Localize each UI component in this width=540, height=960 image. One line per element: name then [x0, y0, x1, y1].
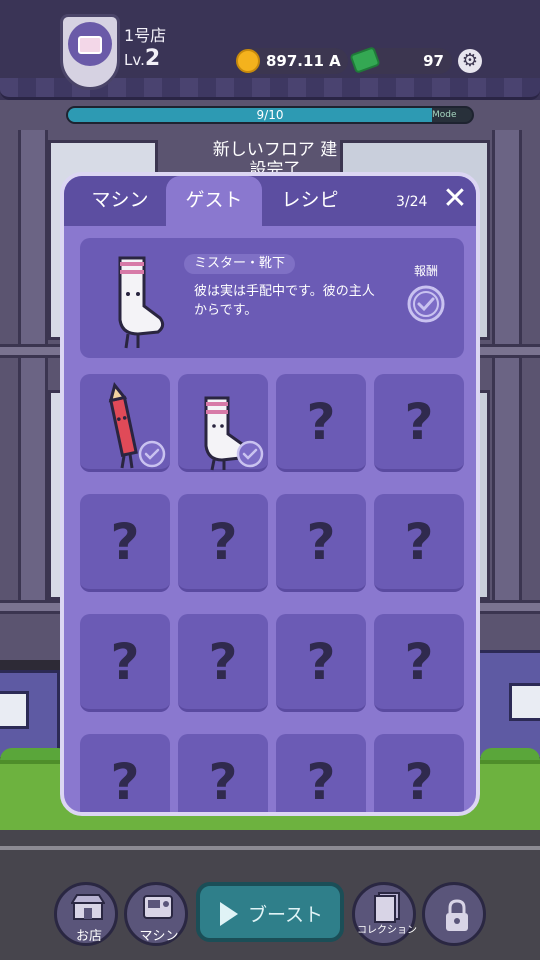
- coin-amount: 897.11 A: [266, 52, 341, 70]
- question-mark-icon: ?: [306, 633, 336, 691]
- locked-guest-card[interactable]: ?: [374, 494, 464, 592]
- locked-guest-card[interactable]: ?: [80, 614, 170, 712]
- question-mark-icon: ?: [306, 753, 336, 811]
- shop-label: お店: [75, 929, 102, 944]
- question-mark-icon: ?: [306, 513, 336, 571]
- collection-button[interactable]: コレクション: [352, 882, 417, 946]
- question-mark-icon: ?: [208, 633, 238, 691]
- coin-counter: 897.11 A: [236, 48, 348, 74]
- guest-card-sock[interactable]: [178, 374, 268, 472]
- question-mark-icon: ?: [110, 633, 140, 691]
- question-mark-icon: ?: [208, 753, 238, 811]
- collection-book-icon: [374, 892, 400, 923]
- locked-guest-card[interactable]: ?: [276, 374, 366, 472]
- reward-claimed-check-icon[interactable]: [406, 284, 446, 324]
- question-mark-icon: ?: [110, 753, 140, 811]
- boost-button[interactable]: ブースト: [196, 882, 344, 942]
- cash-icon: [349, 46, 381, 74]
- building-pillar: [492, 130, 522, 610]
- store-badge[interactable]: [60, 14, 120, 90]
- machine-label: マシン: [139, 929, 179, 944]
- locked-guest-card[interactable]: ?: [374, 614, 464, 712]
- coin-icon: [236, 49, 260, 73]
- page-count: 3/24: [396, 194, 428, 210]
- locked-button[interactable]: [422, 882, 486, 946]
- guest-card-pencil[interactable]: [80, 374, 170, 472]
- store-name: 1号店: [124, 26, 167, 45]
- locked-guest-card[interactable]: ?: [80, 494, 170, 592]
- locked-guest-card[interactable]: ?: [374, 374, 464, 472]
- cake-icon: [68, 22, 112, 66]
- progress-label: 9/10: [256, 108, 284, 122]
- shop-button[interactable]: お店: [54, 882, 118, 946]
- collected-check-icon: [138, 440, 166, 468]
- cash-amount: 97: [423, 52, 444, 70]
- house-right: [470, 650, 540, 760]
- collected-check-icon: [236, 440, 264, 468]
- guest-detail-panel: ミスター・靴下 彼は実は手配中です。彼の主人からです。 報酬: [80, 238, 464, 358]
- lock-icon: [446, 899, 468, 931]
- locked-guest-card[interactable]: ?: [178, 734, 268, 812]
- house-window: [509, 683, 540, 721]
- house-left: [0, 670, 60, 760]
- machine-button[interactable]: マシン: [124, 882, 188, 946]
- locked-guest-card[interactable]: ?: [276, 494, 366, 592]
- locked-guest-card[interactable]: ?: [276, 734, 366, 812]
- level-prefix: Lv.: [124, 51, 145, 69]
- building-pillar: [18, 130, 48, 610]
- reward-label: 報酬: [414, 264, 439, 278]
- question-mark-icon: ?: [208, 513, 238, 571]
- tab-recipe[interactable]: レシピ: [262, 176, 358, 226]
- locked-guest-card[interactable]: ?: [80, 734, 170, 812]
- gear-icon[interactable]: ⚙: [458, 49, 482, 73]
- house-window: [0, 691, 29, 729]
- locked-guest-card[interactable]: ?: [374, 734, 464, 812]
- mode-tag: Mode: [432, 110, 457, 120]
- close-icon[interactable]: ✕: [440, 184, 470, 214]
- tab-bar: マシン ゲスト レシピ 3/24 ✕: [64, 176, 476, 226]
- question-mark-icon: ?: [110, 513, 140, 571]
- guest-description: 彼は実は手配中です。彼の主人からです。: [194, 284, 375, 318]
- machine-icon: [143, 895, 173, 919]
- sock-character-icon: [118, 256, 165, 349]
- collection-modal: マシン ゲスト レシピ 3/24 ✕ ミスター・靴下 彼は実は手配中です。彼の主…: [60, 172, 480, 816]
- boost-label: ブースト: [248, 904, 324, 926]
- tab-guest[interactable]: ゲスト: [166, 176, 262, 226]
- question-mark-icon: ?: [404, 513, 434, 571]
- level-value: 2: [144, 46, 161, 71]
- road-line: [0, 846, 540, 850]
- question-mark-icon: ?: [306, 393, 336, 451]
- store-level: Lv.2: [124, 46, 160, 71]
- locked-guest-card[interactable]: ?: [178, 614, 268, 712]
- question-mark-icon: ?: [404, 753, 434, 811]
- guest-name: ミスター・靴下: [184, 254, 296, 274]
- locked-guest-card[interactable]: ?: [276, 614, 366, 712]
- play-icon: [220, 902, 238, 926]
- cash-counter[interactable]: 97: [349, 46, 452, 74]
- question-mark-icon: ?: [404, 633, 434, 691]
- shop-icon: [71, 894, 105, 920]
- collection-label: コレクション: [357, 925, 417, 936]
- locked-guest-card[interactable]: ?: [178, 494, 268, 592]
- tab-machine[interactable]: マシン: [72, 176, 168, 226]
- question-mark-icon: ?: [404, 393, 434, 451]
